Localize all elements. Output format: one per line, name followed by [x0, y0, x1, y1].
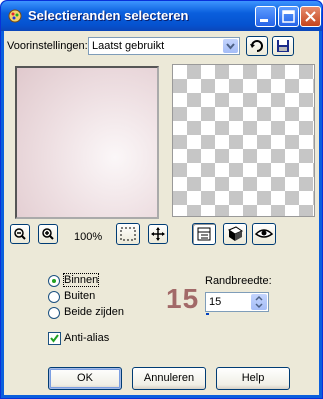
radio-selected-dot	[52, 279, 56, 283]
border-width-spinner[interactable]: 15	[205, 292, 269, 312]
close-button[interactable]	[300, 6, 321, 27]
anti-alias-label[interactable]: Anti-alias	[64, 332, 109, 344]
title-bar[interactable]: Selectieranden selecteren	[1, 1, 322, 31]
minimize-icon	[260, 19, 268, 22]
presets-label: Voorinstellingen:	[7, 40, 88, 52]
radio-outside[interactable]	[48, 291, 60, 303]
reset-preset-button[interactable]	[246, 36, 268, 56]
paint-shop-app-icon	[8, 9, 22, 23]
border-width-label: Randbreedte:	[205, 275, 272, 287]
zoom-out-icon	[14, 228, 26, 240]
preview-toggle-icon	[197, 227, 211, 241]
border-width-value[interactable]: 15	[209, 296, 221, 308]
dice-icon	[227, 226, 244, 241]
move-icon	[151, 227, 165, 241]
maximize-button[interactable]	[278, 6, 299, 27]
randomize-button[interactable]	[223, 223, 247, 245]
border-width-big-number: 15	[166, 283, 200, 314]
zoom-in-button[interactable]	[38, 224, 58, 244]
dialog-window: Selectieranden selecteren Voorinstelling…	[0, 0, 323, 399]
close-icon	[305, 11, 316, 22]
save-preset-button[interactable]	[272, 36, 294, 56]
reset-icon	[250, 40, 263, 52]
selection-marquee-icon	[120, 227, 136, 241]
radio-inside-label[interactable]: Binnen	[62, 273, 100, 287]
zoom-in-icon	[42, 228, 54, 240]
save-icon	[277, 40, 289, 52]
move-preview-button[interactable]	[148, 224, 168, 244]
eye-icon	[254, 229, 274, 238]
cancel-button[interactable]: Annuleren	[132, 367, 206, 390]
checkmark-icon	[50, 334, 59, 343]
dialog-body: Voorinstellingen: Laatst gebruikt 100% B…	[4, 31, 319, 395]
maximize-icon	[282, 10, 295, 23]
zoom-out-button[interactable]	[10, 224, 30, 244]
selection-marquee-button[interactable]	[116, 223, 140, 245]
spinner-arrows[interactable]	[251, 294, 267, 310]
border-width-level-bar	[206, 313, 209, 315]
help-button[interactable]: Help	[216, 367, 290, 390]
presets-value: Laatst gebruikt	[92, 40, 165, 52]
radio-both-sides[interactable]	[48, 307, 60, 319]
source-preview[interactable]	[15, 66, 159, 219]
window-title: Selectieranden selecteren	[28, 8, 189, 23]
chevron-down-icon[interactable]	[223, 39, 238, 53]
auto-proof-button[interactable]	[252, 223, 276, 245]
show-preview-toggle[interactable]	[192, 223, 216, 245]
radio-both-sides-label[interactable]: Beide zijden	[64, 306, 124, 318]
presets-dropdown[interactable]: Laatst gebruikt	[88, 37, 240, 55]
minimize-button[interactable]	[255, 6, 276, 27]
radio-outside-label[interactable]: Buiten	[64, 290, 95, 302]
ok-button[interactable]: OK	[48, 367, 122, 390]
radio-inside[interactable]	[48, 275, 60, 287]
result-preview[interactable]	[172, 64, 315, 217]
zoom-level: 100%	[74, 231, 103, 243]
anti-alias-checkbox[interactable]	[48, 332, 61, 345]
